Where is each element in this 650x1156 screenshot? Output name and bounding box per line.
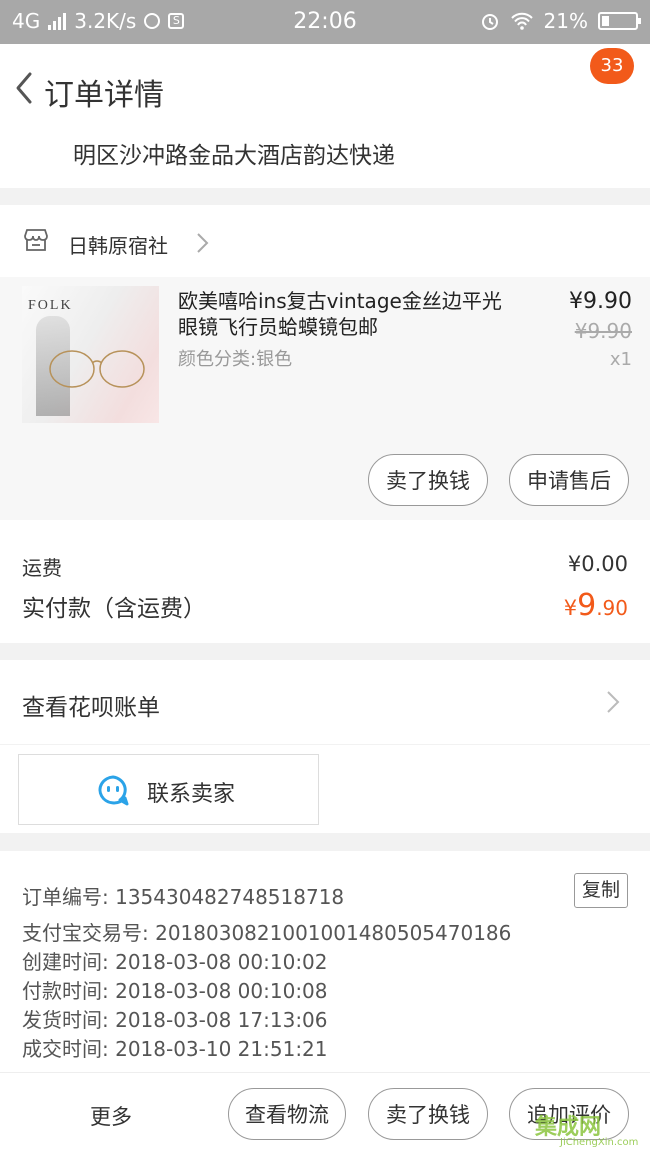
status-bar: 4G 3.2K/s S 22:06 21% — [0, 0, 650, 44]
shipping-address: 明区沙冲路金品大酒店韵达快递 — [0, 132, 650, 188]
battery-level — [602, 16, 609, 26]
alipay-transaction-number: 支付宝交易号: 2018030821001001480505470186 — [22, 921, 512, 945]
product-image[interactable]: FOLK — [22, 286, 159, 423]
paid-decimal: .90 — [596, 596, 628, 620]
product-image-text: FOLK — [28, 298, 73, 313]
sell-for-cash-button[interactable]: 卖了换钱 — [368, 454, 488, 506]
shipped-time: 发货时间: 2018-03-08 17:13:06 — [22, 1008, 328, 1032]
completed-time: 成交时间: 2018-03-10 21:51:21 — [22, 1037, 328, 1061]
huabei-bill-label: 查看花呗账单 — [22, 695, 160, 721]
product-price: ¥9.90 — [569, 289, 632, 314]
copy-button[interactable]: 复制 — [574, 873, 628, 908]
product-item[interactable]: FOLK 欧美嘻哈ins复古vintage金丝边平光眼镜飞行员蛤蟆镜包邮 颜色分… — [0, 277, 650, 520]
watermark-url: JiChengXin.com — [560, 1137, 639, 1148]
shipping-label: 运费 — [22, 556, 62, 580]
contact-seller-button[interactable]: 联系卖家 — [18, 754, 319, 825]
product-variant: 颜色分类:银色 — [178, 349, 293, 370]
alarm-icon — [481, 14, 498, 30]
nav-bar: 订单详情 — [0, 44, 650, 132]
back-arrow-icon[interactable] — [8, 68, 44, 108]
battery-percent: 21% — [543, 9, 588, 33]
message-count-badge: 33 — [590, 48, 634, 84]
paid-integer: 9 — [577, 588, 597, 623]
address-line: 明区沙冲路金品大酒店韵达快递 — [73, 143, 395, 169]
more-button[interactable]: 更多 — [90, 1101, 132, 1131]
order-number: 订单编号: 135430482748518718 — [22, 885, 345, 909]
contact-section: 联系卖家 — [0, 745, 650, 833]
status-right: 21% — [480, 9, 641, 33]
chevron-right-icon — [607, 691, 620, 713]
huabei-bill-row[interactable]: 查看花呗账单 — [0, 660, 650, 744]
request-after-sales-button[interactable]: 申请售后 — [509, 454, 629, 506]
view-logistics-button[interactable]: 查看物流 — [228, 1088, 346, 1140]
product-title: 欧美嘻哈ins复古vintage金丝边平光眼镜飞行员蛤蟆镜包邮 — [178, 289, 502, 339]
store-icon — [24, 229, 48, 251]
shipping-value: ¥0.00 — [567, 552, 628, 576]
paid-label: 实付款（含运费） — [22, 596, 206, 622]
product-quantity: x1 — [609, 349, 632, 370]
payment-summary: 运费 ¥0.00 实付款（含运费） ¥9.90 — [0, 520, 650, 643]
chat-bubble-icon — [98, 775, 129, 806]
battery-icon — [598, 12, 641, 30]
store-row[interactable]: 日韩原宿社 — [0, 205, 650, 277]
created-time: 创建时间: 2018-03-08 00:10:02 — [22, 950, 328, 974]
page-title: 订单详情 — [44, 78, 164, 113]
paid-time: 付款时间: 2018-03-08 00:10:08 — [22, 979, 328, 1003]
wifi-icon — [510, 12, 533, 30]
store-name: 日韩原宿社 — [68, 234, 168, 258]
sell-for-cash-footer-button[interactable]: 卖了换钱 — [368, 1088, 488, 1140]
contact-seller-label: 联系卖家 — [147, 782, 236, 807]
bottom-action-bar: 更多 查看物流 卖了换钱 追加评价 集成网 JiChengXin.com — [0, 1072, 650, 1156]
paid-amount: ¥9.90 — [564, 588, 628, 623]
product-original-price: ¥9.90 — [574, 319, 632, 343]
chevron-right-icon — [197, 233, 209, 253]
paid-currency: ¥ — [563, 596, 578, 620]
order-info: 订单编号: 135430482748518718 复制 支付宝交易号: 2018… — [0, 851, 650, 1072]
